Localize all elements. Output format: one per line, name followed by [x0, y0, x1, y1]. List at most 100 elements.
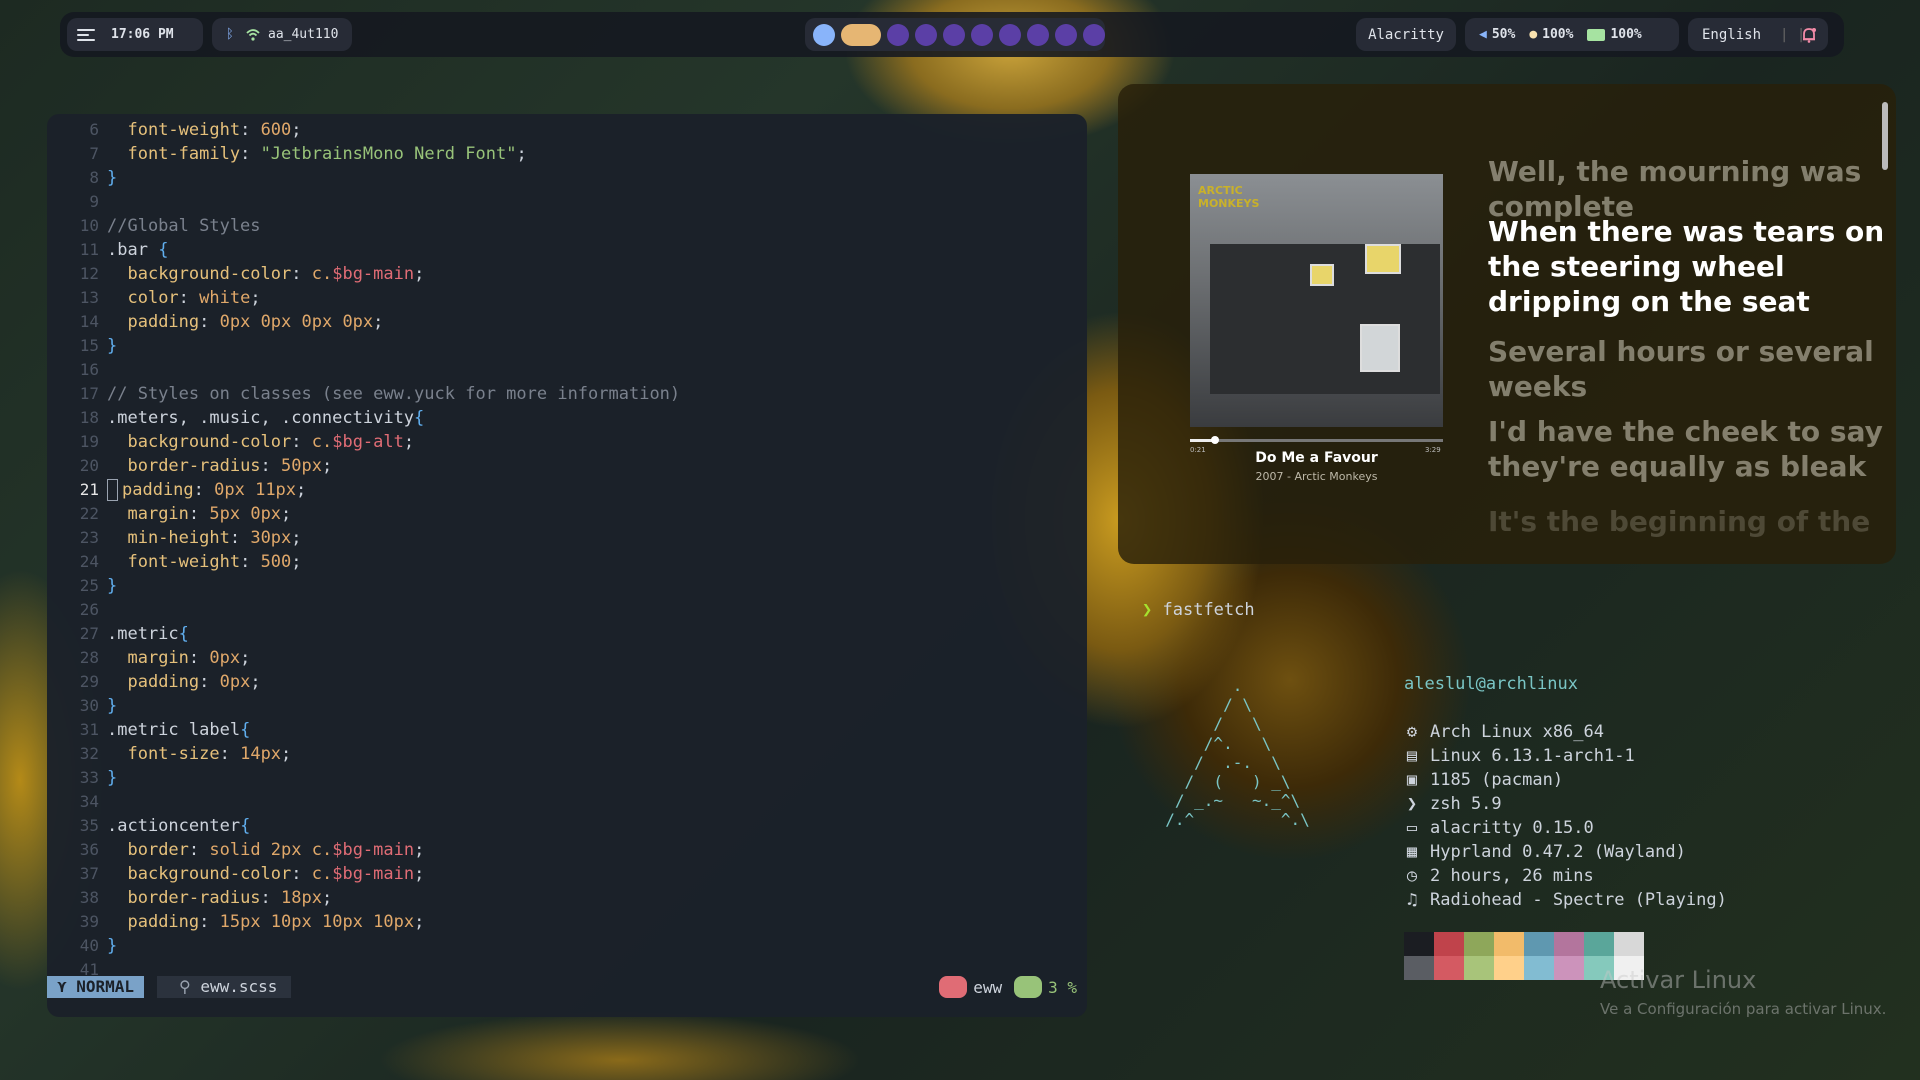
- color-swatch: [1524, 956, 1554, 980]
- code-line[interactable]: }: [107, 334, 117, 358]
- clock-icon: ◷: [1406, 866, 1418, 886]
- code-line[interactable]: .metric label{: [107, 718, 250, 742]
- workspace-10[interactable]: [1083, 24, 1105, 46]
- code-line[interactable]: border-radius: 50px;: [107, 454, 332, 478]
- top-bar: 17:06 PM ᛒ aa_4ut110 Alacritty ◀ 50% ● 1…: [60, 12, 1844, 57]
- code-line[interactable]: .meters, .music, .connectivity{: [107, 406, 424, 430]
- workspace-7[interactable]: [999, 24, 1021, 46]
- code-line[interactable]: margin: 5px 0px;: [107, 502, 291, 526]
- code-line[interactable]: margin: 0px;: [107, 646, 250, 670]
- editor-window[interactable]: 6 font-weight: 600; 7 font-family: "Jetbr…: [47, 114, 1087, 1017]
- branch-name: eww: [973, 977, 1003, 997]
- activation-watermark-subtitle: Ve a Configuración para activar Linux.: [1600, 1000, 1887, 1018]
- color-swatch: [1554, 932, 1584, 956]
- code-line[interactable]: padding: 0px 11px;: [107, 478, 306, 502]
- info-row: ⚙ Arch Linux x86_64: [1404, 720, 1727, 744]
- notification-bell-icon[interactable]: [1801, 27, 1817, 43]
- code-line[interactable]: font-family: "JetbrainsMono Nerd Font";: [107, 142, 526, 166]
- bluetooth-icon[interactable]: ᛒ: [226, 27, 234, 42]
- code-line[interactable]: padding: 15px 10px 10px 10px;: [107, 910, 424, 934]
- code-line[interactable]: background-color: c.$bg-main;: [107, 862, 424, 886]
- code-line[interactable]: }: [107, 934, 117, 958]
- info-value: Linux 6.13.1-arch1-1: [1430, 746, 1635, 766]
- lyric-line-fade[interactable]: It's the beginning of the: [1488, 504, 1888, 539]
- music-widget[interactable]: ARCTIC MONKEYS 0:21 3:29 Do Me a Favour …: [1118, 84, 1896, 564]
- volume-meter[interactable]: ◀ 50%: [1479, 27, 1515, 42]
- color-swatch: [1494, 932, 1524, 956]
- color-swatch: [1524, 932, 1554, 956]
- code-line[interactable]: font-weight: 500;: [107, 550, 301, 574]
- language-label[interactable]: English: [1702, 27, 1761, 43]
- workspace-2[interactable]: [841, 24, 881, 46]
- wifi-name: aa_4ut110: [268, 27, 339, 42]
- lyric-line-current[interactable]: When there was tears on the steering whe…: [1488, 214, 1888, 319]
- workspace-8[interactable]: [1027, 24, 1049, 46]
- code-line[interactable]: .actioncenter{: [107, 814, 250, 838]
- vim-icon: ⋎: [57, 977, 77, 996]
- brightness-meter[interactable]: ● 100%: [1529, 27, 1573, 42]
- track-progress-bar[interactable]: [1190, 436, 1443, 444]
- code-line[interactable]: border-radius: 18px;: [107, 886, 332, 910]
- file-name: ⚲ eww.scss: [157, 976, 292, 998]
- code-line[interactable]: font-weight: 600;: [107, 118, 301, 142]
- workspace-4[interactable]: [915, 24, 937, 46]
- line-number: 26: [79, 600, 99, 619]
- menu-icon[interactable]: [77, 26, 97, 44]
- shell-icon: ❯: [1406, 794, 1418, 814]
- info-row: ▣ 1185 (pacman): [1404, 768, 1727, 792]
- workspace-9[interactable]: [1055, 24, 1077, 46]
- connectivity-pill[interactable]: ᛒ aa_4ut110: [212, 18, 352, 51]
- code-line[interactable]: color: white;: [107, 286, 260, 310]
- line-number: 35: [79, 816, 99, 835]
- battery-meter: 100%: [1587, 27, 1642, 42]
- workspace-3[interactable]: [887, 24, 909, 46]
- info-value: 1185 (pacman): [1430, 770, 1564, 790]
- line-number: 12: [79, 264, 99, 283]
- code-line[interactable]: .bar {: [107, 238, 168, 262]
- lyric-line-next[interactable]: Several hours or several weeks: [1488, 334, 1888, 404]
- code-line[interactable]: background-color: c.$bg-main;: [107, 262, 424, 286]
- fastfetch-info: aleslul@archlinux ⚙ Arch Linux x86_64 ▤ Lin…: [1404, 672, 1727, 912]
- code-line[interactable]: border: solid 2px c.$bg-main;: [107, 838, 424, 862]
- code-line[interactable]: font-size: 14px;: [107, 742, 291, 766]
- code-line[interactable]: padding: 0px 0px 0px 0px;: [107, 310, 383, 334]
- code-line[interactable]: //Global Styles: [107, 214, 261, 238]
- line-number: 22: [79, 504, 99, 523]
- line-number: 34: [79, 792, 99, 811]
- code-line[interactable]: background-color: c.$bg-alt;: [107, 430, 414, 454]
- code-line[interactable]: }: [107, 574, 117, 598]
- color-swatch: [1404, 932, 1434, 956]
- prompt-symbol: ❯: [1142, 600, 1153, 620]
- code-line[interactable]: min-height: 30px;: [107, 526, 301, 550]
- gear-icon: ⚙: [1406, 722, 1418, 742]
- line-number: 32: [79, 744, 99, 763]
- album-logo: ARCTIC MONKEYS: [1198, 184, 1260, 210]
- code-line[interactable]: }: [107, 766, 117, 790]
- activation-watermark-title: Activar Linux: [1600, 966, 1757, 994]
- code-line[interactable]: .metric{: [107, 622, 189, 646]
- workspace-6[interactable]: [971, 24, 993, 46]
- lyrics-scrollbar[interactable]: [1882, 102, 1888, 170]
- lyric-line-next[interactable]: I'd have the cheek to say they're equall…: [1488, 414, 1888, 484]
- line-number: 33: [79, 768, 99, 787]
- code-line[interactable]: // Styles on classes (see eww.yuck for m…: [107, 382, 680, 406]
- info-value: alacritty 0.15.0: [1430, 818, 1594, 838]
- workspace-1[interactable]: [813, 24, 835, 46]
- progress-knob[interactable]: [1211, 436, 1220, 444]
- code-line[interactable]: padding: 0px;: [107, 670, 260, 694]
- info-value: zsh 5.9: [1430, 794, 1502, 814]
- color-swatch: [1554, 956, 1584, 980]
- meters-pill: ◀ 50% ● 100% 100%: [1465, 18, 1679, 51]
- code-line[interactable]: }: [107, 166, 117, 190]
- battery-icon: [1587, 28, 1606, 41]
- terminal-window[interactable]: ❯ fastfetch . / \ / \ /^. \ / .-. \ / ( …: [1118, 590, 1908, 1030]
- language-pill[interactable]: English | |: [1688, 18, 1828, 51]
- volume-icon[interactable]: ◀: [1479, 27, 1487, 42]
- folder-icon: [939, 976, 968, 998]
- line-number: 9: [89, 192, 99, 211]
- active-window-title: Alacritty: [1368, 26, 1444, 43]
- line-number: 20: [79, 456, 99, 475]
- workspace-5[interactable]: [943, 24, 965, 46]
- code-line[interactable]: }: [107, 694, 117, 718]
- wifi-icon[interactable]: [246, 28, 260, 41]
